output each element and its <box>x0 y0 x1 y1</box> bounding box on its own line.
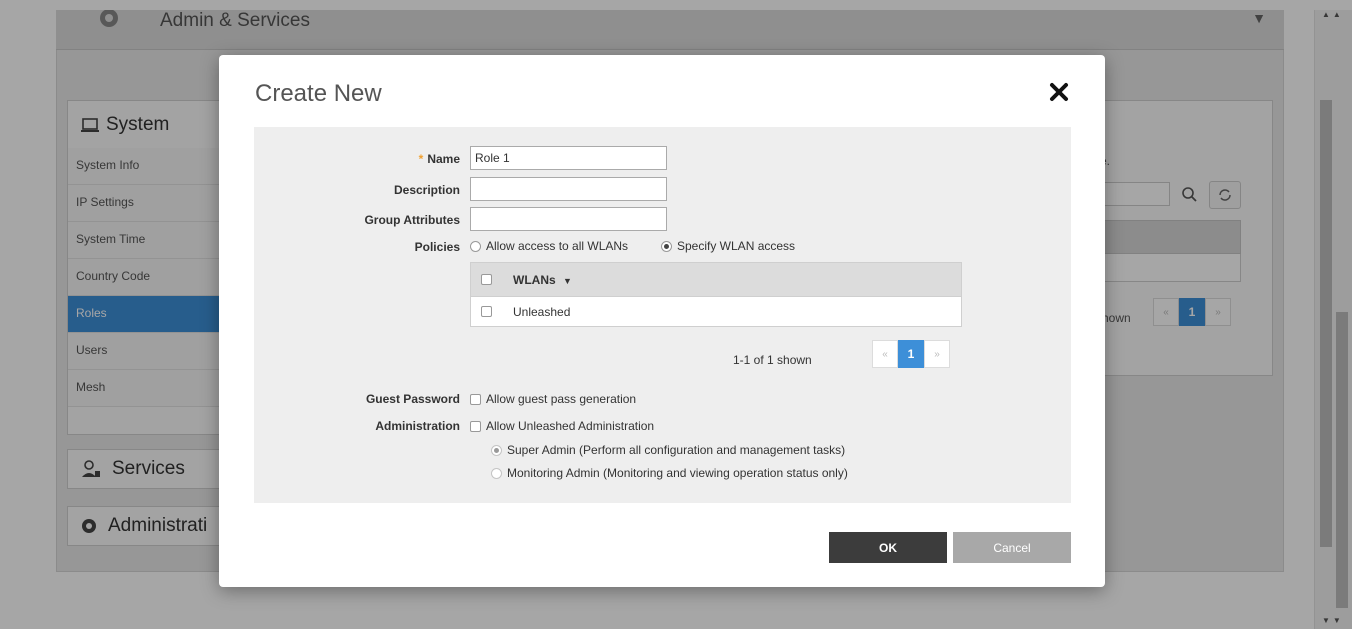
super-admin-radio[interactable] <box>491 444 502 456</box>
required-marker: * <box>418 152 424 166</box>
monitoring-admin-label: Monitoring Admin (Monitoring and viewing… <box>507 466 848 480</box>
select-all-checkbox[interactable] <box>480 274 492 285</box>
policy-specify-option[interactable]: Specify WLAN access <box>661 239 795 253</box>
description-input[interactable] <box>470 177 667 201</box>
wlan-table: WLANs ▼ Unleashed <box>470 262 962 327</box>
page-button[interactable]: 1 <box>898 340 924 368</box>
group-attributes-label: Group Attributes <box>364 213 460 227</box>
policy-specify-radio[interactable] <box>661 240 672 252</box>
monitoring-admin-option[interactable]: Monitoring Admin (Monitoring and viewing… <box>491 466 848 480</box>
monitoring-admin-radio[interactable] <box>491 467 502 479</box>
description-label: Description <box>393 183 460 197</box>
policy-all-label: Allow access to all WLANs <box>486 239 629 253</box>
unleashed-admin-checkbox[interactable] <box>470 420 481 432</box>
pagination: « 1 » <box>872 340 950 368</box>
guest-pass-option[interactable]: Allow guest pass generation <box>470 392 636 406</box>
dialog-title: Create New <box>255 80 382 107</box>
policy-specify-label: Specify WLAN access <box>677 239 796 253</box>
wlan-column-header[interactable]: WLANs ▼ <box>501 273 572 287</box>
guest-pass-checkbox[interactable] <box>470 393 481 405</box>
guest-pass-label: Allow guest pass generation <box>486 392 637 406</box>
table-row[interactable]: Unleashed <box>470 297 962 327</box>
guest-password-label: Guest Password <box>365 392 460 406</box>
policy-all-radio[interactable] <box>470 240 481 252</box>
sort-down-icon[interactable]: ▼ <box>563 276 572 286</box>
unleashed-admin-label: Allow Unleashed Administration <box>486 419 655 433</box>
next-page-button[interactable]: » <box>924 340 950 368</box>
unleashed-admin-option[interactable]: Allow Unleashed Administration <box>470 419 654 433</box>
name-label-text: Name <box>427 152 460 166</box>
cancel-button[interactable]: Cancel <box>953 532 1071 563</box>
policies-label: Policies <box>414 240 460 254</box>
name-label: * Name <box>260 152 460 166</box>
wlan-name: Unleashed <box>513 304 571 319</box>
prev-page-button[interactable]: « <box>872 340 898 368</box>
close-icon[interactable] <box>1048 81 1070 103</box>
ok-button[interactable]: OK <box>829 532 947 563</box>
create-new-dialog: Create New *Name Description Group Attri… <box>219 55 1105 587</box>
group-attributes-input[interactable] <box>470 207 667 231</box>
row-checkbox[interactable] <box>480 306 492 317</box>
pagination-summary: 1-1 of 1 shown <box>733 353 812 367</box>
wlan-column-label: WLANs <box>513 272 556 287</box>
super-admin-label: Super Admin (Perform all configuration a… <box>507 443 846 457</box>
administration-label: Administration <box>375 419 460 433</box>
wlan-table-header: WLANs ▼ <box>470 262 962 297</box>
policy-all-option[interactable]: Allow access to all WLANs <box>470 239 628 253</box>
name-input[interactable] <box>470 146 667 170</box>
super-admin-option[interactable]: Super Admin (Perform all configuration a… <box>491 443 845 457</box>
